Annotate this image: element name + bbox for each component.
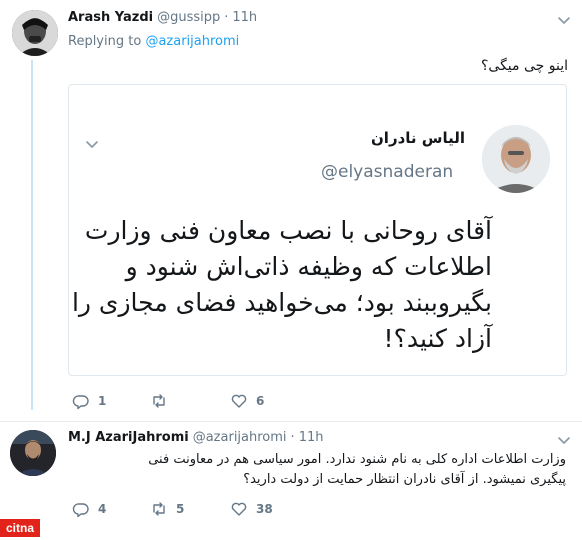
quoted-avatar[interactable]: [482, 125, 550, 193]
tweet1-text: اینو چی میگی؟: [480, 58, 568, 74]
reply-icon: [72, 503, 89, 518]
replying-to-label: Replying to: [68, 34, 142, 49]
retweet-icon: [153, 502, 165, 516]
quoted-text-line: آزاد کنید؟!: [383, 324, 492, 353]
like-icon: [231, 394, 247, 408]
tweet2-author-handle[interactable]: @azarijahromi: [193, 430, 287, 445]
tweet1-timestamp[interactable]: 11h: [232, 10, 257, 25]
chevron-down-icon[interactable]: [557, 13, 571, 27]
tweet2-retweet-count: 5: [176, 502, 185, 516]
separator-dot: ·: [290, 430, 295, 445]
tweet2-text-line: وزارت اطلاعات اداره کلی به نام شنود ندار…: [148, 452, 566, 467]
quoted-text-line: آقای روحانی با نصب معاون فنی وزارت: [84, 216, 492, 245]
replying-to-line: Replying to @azarijahromi: [68, 34, 239, 49]
tweet2-timestamp[interactable]: 11h: [299, 430, 324, 445]
separator-dot: ·: [224, 10, 229, 25]
thread-connector-line: [31, 60, 33, 410]
quoted-tweet-card[interactable]: الیاس نادران @elyasnaderan آقای روحانی ب…: [68, 84, 567, 376]
tweet2-text: وزارت اطلاعات اداره کلی به نام شنود ندار…: [76, 450, 566, 490]
retweet-icon: [153, 394, 165, 408]
tweet1-retweet-action[interactable]: [150, 392, 176, 410]
quoted-author-handle[interactable]: @elyasnaderan: [321, 162, 453, 182]
tweet2-like-count: 38: [256, 502, 273, 516]
replying-to-handle[interactable]: @azarijahromi: [145, 34, 239, 49]
tweet1-author-name[interactable]: Arash Yazdi: [68, 10, 153, 25]
tweet2-reply-count: 4: [98, 502, 107, 516]
reply-icon: [72, 395, 89, 410]
avatar-image: [10, 430, 56, 476]
avatar-image: [12, 10, 58, 56]
tweet1-like-count: 6: [256, 394, 265, 408]
tweet2-retweet-action[interactable]: 5: [150, 500, 184, 518]
tweet1-header: Arash Yazdi @gussipp · 11h: [68, 10, 257, 25]
tweet1-like-action[interactable]: 6: [230, 392, 264, 410]
tweet1-author-handle[interactable]: @gussipp: [157, 10, 220, 25]
tweet1-reply-count: 1: [98, 394, 107, 408]
like-icon: [231, 502, 247, 516]
quote-chevron-down-icon[interactable]: [85, 137, 99, 151]
tweet-divider: [0, 421, 582, 422]
citna-watermark-logo: citna: [0, 519, 40, 537]
quoted-author-name[interactable]: الیاس نادران: [371, 129, 465, 147]
chevron-down-icon[interactable]: [557, 433, 571, 447]
tweet2-reply-action[interactable]: 4: [72, 500, 106, 518]
tweet2-header: M.J AzariJahromi @azarijahromi · 11h: [68, 430, 323, 445]
quoted-text-line: بگیروببند بود؛ می‌خواهید فضای مجازی را: [71, 288, 492, 317]
tweet2-text-line: پیگیری نمیشود. از آقای نادران انتظار حما…: [243, 472, 566, 487]
quoted-tweet-text: آقای روحانی با نصب معاون فنی وزارت اطلاع…: [52, 213, 492, 357]
avatar-azarijahromi[interactable]: [10, 430, 56, 476]
tweet2-like-action[interactable]: 38: [230, 500, 273, 518]
avatar-arash[interactable]: [12, 10, 58, 56]
quoted-avatar-image: [482, 125, 550, 193]
tweet1-reply-action[interactable]: 1: [72, 392, 106, 410]
quoted-text-line: اطلاعات که وظیفه ذاتی‌اش شنود و: [125, 252, 492, 281]
tweet2-author-name[interactable]: M.J AzariJahromi: [68, 430, 189, 445]
